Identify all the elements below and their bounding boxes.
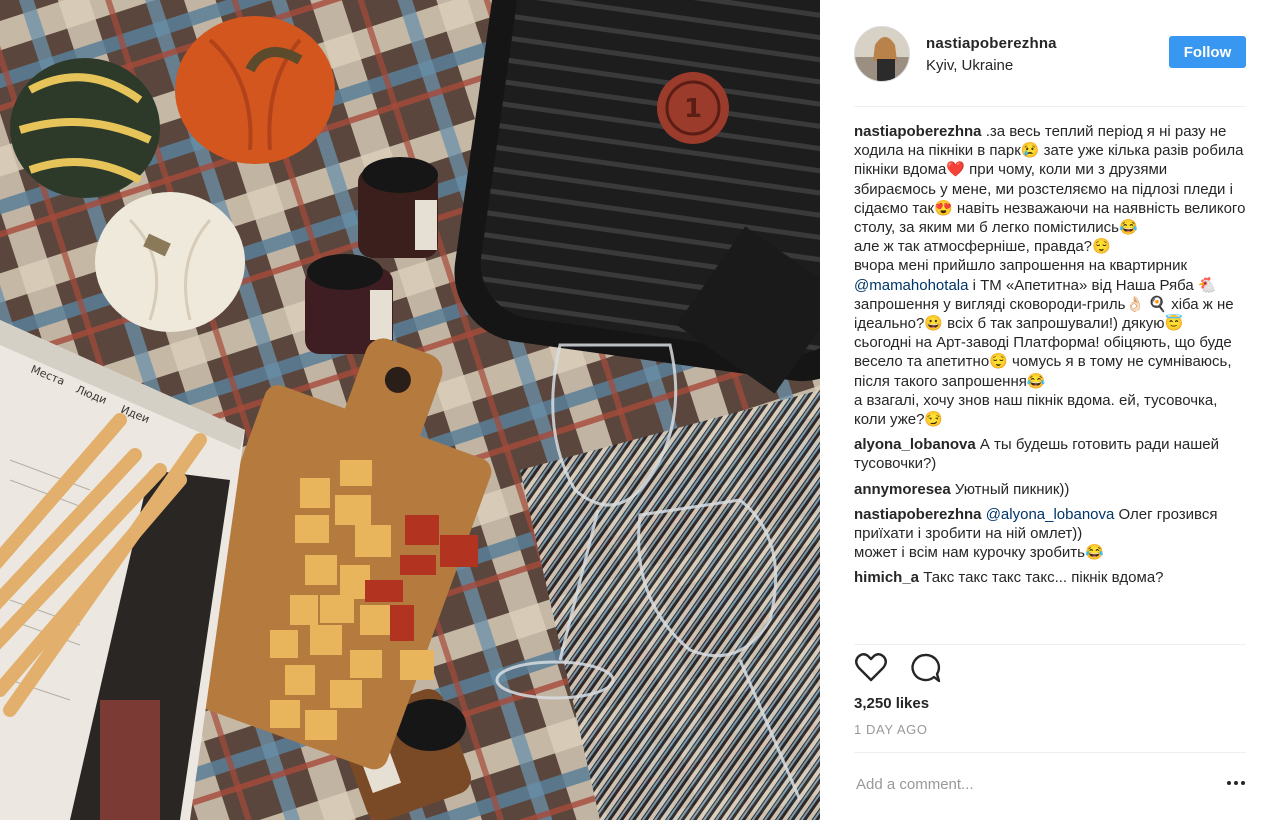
comment-text: Уютный пикник)) — [950, 480, 1070, 498]
post-header: nastiapoberezhna Kyiv, Ukraine Follow — [854, 24, 1246, 107]
comment-item: himich_a Такс такс такс такс... пікнік в… — [854, 568, 1246, 587]
picnic-photo: 1 Места Люди Идеи — [0, 0, 820, 820]
comment-item: annymoresea Уютный пикник)) — [854, 480, 1246, 499]
comment-username[interactable]: himich_a — [854, 569, 919, 586]
svg-text:1: 1 — [684, 94, 702, 124]
likes-count[interactable]: 3,250 likes — [854, 695, 929, 712]
post-timestamp[interactable]: 1 DAY AGO — [854, 722, 928, 737]
avatar-image — [855, 27, 909, 81]
comment-username[interactable]: annymoresea — [854, 481, 951, 498]
add-comment-input[interactable] — [854, 775, 1198, 794]
heart-icon[interactable] — [854, 651, 888, 685]
user-info: nastiapoberezhna Kyiv, Ukraine — [926, 35, 1057, 74]
post-location[interactable]: Kyiv, Ukraine — [926, 57, 1057, 74]
follow-button[interactable]: Follow — [1169, 36, 1246, 68]
comment-mention[interactable]: @alyona_lobanova — [986, 506, 1115, 523]
caption-text: .за весь теплий період я ні разу не ходи… — [854, 123, 1246, 275]
post-username[interactable]: nastiapoberezhna — [926, 35, 1057, 52]
post-actions: 3,250 likes 1 DAY AGO — [854, 644, 1246, 745]
comment-username[interactable]: nastiapoberezhna — [854, 506, 982, 523]
add-comment-section — [854, 752, 1246, 821]
comment-item: nastiapoberezhna @alyona_lobanova Олег г… — [854, 505, 1246, 563]
caption: nastiapoberezhna .за весь теплий період … — [854, 122, 1246, 429]
caption-mention[interactable]: @mamahohotala — [854, 277, 968, 294]
more-options-icon[interactable] — [1226, 779, 1246, 787]
caption-username[interactable]: nastiapoberezhna — [854, 123, 982, 140]
post-sidebar: nastiapoberezhna Kyiv, Ukraine Follow na… — [820, 0, 1280, 820]
post-photo[interactable]: 1 Места Люди Идеи — [0, 0, 820, 820]
caption-text: і ТМ «Апетитна» від Наша Ряба 🐔 запрошен… — [854, 276, 1234, 429]
comments-list[interactable]: nastiapoberezhna .за весь теплий період … — [854, 122, 1246, 634]
comment-username[interactable]: alyona_lobanova — [854, 436, 976, 453]
comment-item: alyona_lobanova А ты будешь готовить рад… — [854, 435, 1246, 473]
comment-icon[interactable] — [908, 651, 942, 685]
comment-text: Такс такс такс такс... пікнік вдома? — [919, 569, 1164, 587]
avatar[interactable] — [854, 26, 910, 82]
